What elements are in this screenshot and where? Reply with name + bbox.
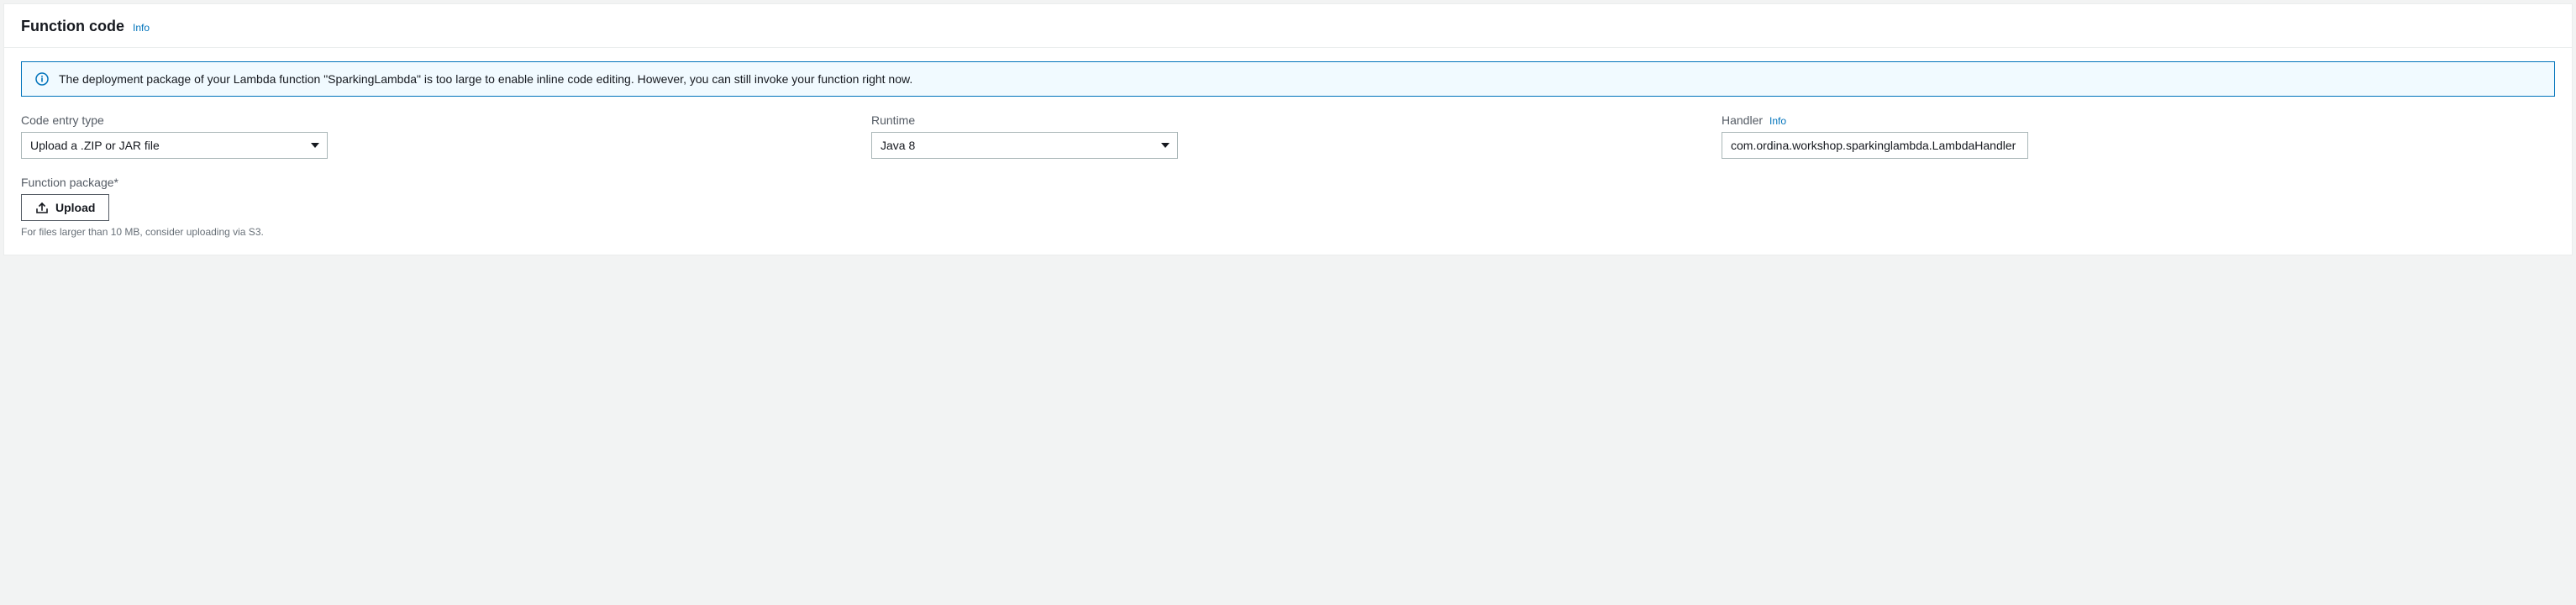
upload-button-label: Upload: [55, 201, 95, 214]
form-row-main: Code entry type Upload a .ZIP or JAR fil…: [21, 113, 2555, 159]
upload-button[interactable]: Upload: [21, 194, 109, 221]
upload-icon: [35, 201, 49, 214]
code-entry-label: Code entry type: [21, 113, 104, 127]
runtime-field: Runtime Java 8: [871, 113, 1705, 159]
handler-info-link[interactable]: Info: [1769, 115, 1786, 127]
handler-field: Handler Info: [1722, 113, 2555, 159]
info-alert: The deployment package of your Lambda fu…: [21, 61, 2555, 97]
upload-hint: For files larger than 10 MB, consider up…: [21, 226, 2555, 238]
function-package-label: Function package*: [21, 176, 118, 189]
function-code-panel: Function code Info The deployment packag…: [3, 3, 2573, 255]
panel-body: The deployment package of your Lambda fu…: [4, 48, 2572, 255]
code-entry-value: Upload a .ZIP or JAR file: [30, 139, 160, 152]
alert-message: The deployment package of your Lambda fu…: [59, 72, 912, 86]
runtime-value: Java 8: [881, 139, 915, 152]
runtime-select[interactable]: Java 8: [871, 132, 1178, 159]
handler-label: Handler: [1722, 113, 1763, 127]
info-icon: [35, 72, 49, 86]
panel-header: Function code Info: [4, 4, 2572, 48]
code-entry-select[interactable]: Upload a .ZIP or JAR file: [21, 132, 328, 159]
code-entry-field: Code entry type Upload a .ZIP or JAR fil…: [21, 113, 854, 159]
handler-input[interactable]: [1722, 132, 2028, 159]
function-package-field: Function package* Upload For files large…: [21, 176, 2555, 238]
panel-info-link[interactable]: Info: [133, 22, 150, 34]
panel-title: Function code: [21, 18, 124, 35]
runtime-label: Runtime: [871, 113, 915, 127]
